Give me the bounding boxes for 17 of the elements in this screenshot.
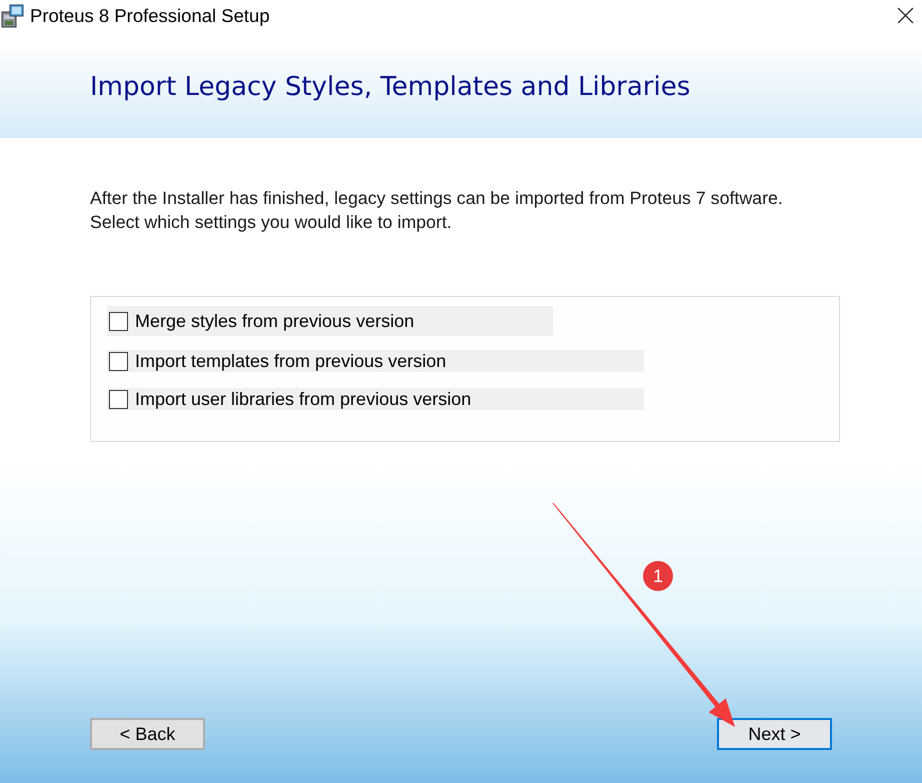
checkbox[interactable] bbox=[109, 390, 128, 408]
close-icon[interactable] bbox=[897, 7, 914, 24]
option-label: Import user libraries from previous version bbox=[135, 388, 472, 410]
checkbox-option[interactable]: Import templates from previous version bbox=[107, 350, 644, 372]
option-label: Merge styles from previous version bbox=[135, 310, 414, 332]
next-button[interactable]: Next > bbox=[717, 718, 832, 750]
back-button[interactable]: < Back bbox=[90, 718, 205, 750]
page-heading: Import Legacy Styles, Templates and Libraries bbox=[90, 71, 690, 103]
installer-icon bbox=[1, 3, 25, 29]
option-label: Import templates from previous version bbox=[135, 350, 446, 372]
checkbox-option[interactable]: Import user libraries from previous version bbox=[107, 388, 644, 410]
checkbox[interactable] bbox=[109, 312, 128, 330]
description-text: After the Installer has finished, legacy settings can be imported from Proteus 7 software. bbox=[90, 187, 784, 210]
window-title: Proteus 8 Professional Setup bbox=[30, 4, 270, 28]
checkbox[interactable] bbox=[109, 352, 128, 370]
checkbox-option[interactable]: Merge styles from previous version bbox=[107, 306, 553, 336]
description-text: Select which settings you would like to import. bbox=[90, 211, 453, 234]
